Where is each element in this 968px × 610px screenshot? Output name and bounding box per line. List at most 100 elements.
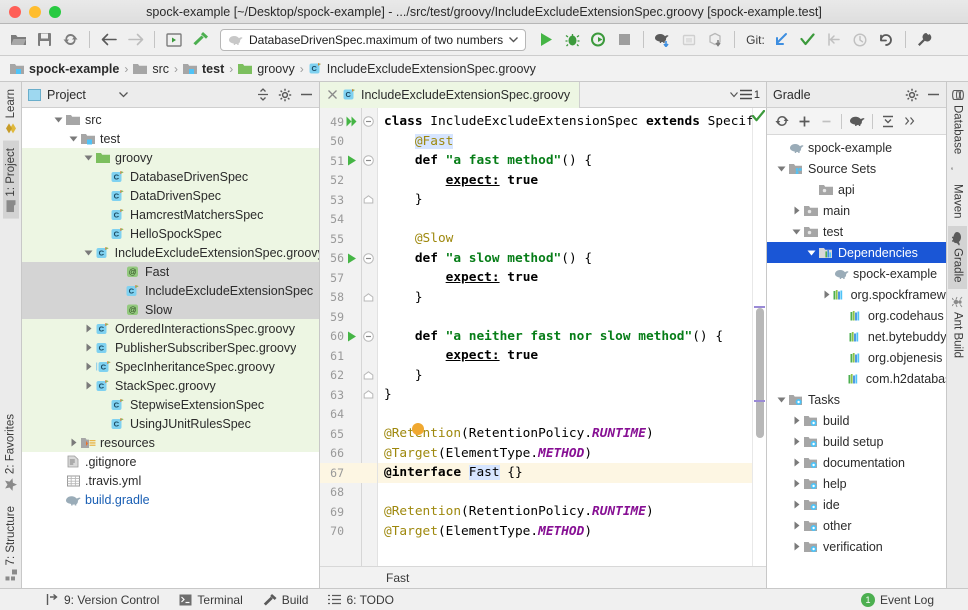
code-line[interactable]: @interface Fast {} bbox=[378, 463, 752, 483]
code-line[interactable]: @Retention(RetentionPolicy.RUNTIME) bbox=[384, 502, 752, 522]
history-icon[interactable] bbox=[848, 28, 872, 52]
code-line[interactable]: } bbox=[384, 385, 752, 405]
tree-row[interactable]: CHelloSpockSpec bbox=[22, 224, 319, 243]
fold-collapse-icon[interactable] bbox=[360, 155, 376, 166]
tree-toggle-collapsed-icon[interactable] bbox=[790, 542, 803, 551]
code-line[interactable]: expect: true bbox=[384, 171, 752, 191]
more-icon[interactable] bbox=[900, 111, 920, 131]
editor-gutter[interactable]: 4950515253545556575859606162636465666768… bbox=[320, 108, 378, 566]
tree-toggle-collapsed-icon[interactable] bbox=[790, 437, 803, 446]
sidebar-item-database[interactable]: Database bbox=[950, 82, 966, 161]
code-line[interactable]: def "a slow method"() { bbox=[384, 249, 752, 269]
tree-toggle-collapsed-icon[interactable] bbox=[790, 206, 803, 215]
tree-toggle-collapsed-icon[interactable] bbox=[82, 381, 95, 390]
add-icon[interactable] bbox=[794, 111, 814, 131]
code-line[interactable]: @Slow bbox=[384, 229, 752, 249]
code-line[interactable]: } bbox=[384, 288, 752, 308]
tree-toggle-expanded-icon[interactable] bbox=[52, 116, 65, 124]
breadcrumb-item-test[interactable]: test bbox=[179, 62, 228, 76]
sidebar-item-ant-build[interactable]: Ant Build bbox=[950, 289, 966, 365]
gradle-tree-row[interactable]: Tasks bbox=[767, 389, 946, 410]
code-line[interactable] bbox=[384, 483, 752, 503]
rollback-icon[interactable] bbox=[874, 28, 898, 52]
tree-toggle-collapsed-icon[interactable] bbox=[790, 416, 803, 425]
gradle-refresh-icon[interactable] bbox=[651, 28, 675, 52]
run-configuration-selector[interactable]: DatabaseDrivenSpec.maximum of two number… bbox=[220, 29, 526, 51]
debug-icon[interactable] bbox=[560, 28, 584, 52]
gradle-tree-row[interactable]: test bbox=[767, 221, 946, 242]
gutter-line[interactable]: 62 bbox=[320, 366, 377, 386]
gutter-line[interactable]: 68 bbox=[320, 483, 377, 503]
close-icon[interactable] bbox=[327, 89, 338, 100]
settings-wrench-icon[interactable] bbox=[913, 28, 937, 52]
gutter-line[interactable]: 69 bbox=[320, 502, 377, 522]
code-line[interactable]: expect: true bbox=[384, 346, 752, 366]
editor-code[interactable]: class IncludeExcludeExtensionSpec extend… bbox=[378, 108, 752, 566]
back-arrow-icon[interactable] bbox=[97, 28, 121, 52]
gutter-line[interactable]: 67 bbox=[320, 463, 377, 483]
code-line[interactable]: expect: true bbox=[384, 268, 752, 288]
gradle-tree-row[interactable]: Dependencies bbox=[767, 242, 946, 263]
gutter-line[interactable]: 49 bbox=[320, 112, 377, 132]
attach-icon[interactable] bbox=[677, 28, 701, 52]
code-line[interactable]: class IncludeExcludeExtensionSpec extend… bbox=[384, 112, 752, 132]
tree-row[interactable]: test bbox=[22, 129, 319, 148]
tree-row[interactable]: resources bbox=[22, 433, 319, 452]
tree-toggle-collapsed-icon[interactable] bbox=[82, 343, 95, 352]
tree-row[interactable]: CPublisherSubscriberSpec.groovy bbox=[22, 338, 319, 357]
tree-row[interactable]: .gitignore bbox=[22, 452, 319, 471]
tree-toggle-expanded-icon[interactable] bbox=[775, 396, 788, 404]
tree-row[interactable]: @Slow bbox=[22, 300, 319, 319]
gradle-elephant-icon[interactable] bbox=[847, 111, 867, 131]
tree-toggle-expanded-icon[interactable] bbox=[82, 154, 95, 162]
stop-icon[interactable] bbox=[612, 28, 636, 52]
gutter-line[interactable]: 70 bbox=[320, 522, 377, 542]
tree-row[interactable]: CUsingJUnitRulesSpec bbox=[22, 414, 319, 433]
tree-toggle-expanded-icon[interactable] bbox=[775, 165, 788, 173]
gutter-line[interactable]: 56 bbox=[320, 249, 377, 269]
code-line[interactable]: def "a fast method"() { bbox=[384, 151, 752, 171]
gutter-line[interactable]: 65 bbox=[320, 424, 377, 444]
breadcrumb-item-file[interactable]: C IncludeExcludeExtensionSpec.groovy bbox=[305, 62, 540, 76]
minimize-icon[interactable] bbox=[300, 88, 313, 101]
gradle-tree-row[interactable]: org.objenesis bbox=[767, 347, 946, 368]
gradle-tree-row[interactable]: ide bbox=[767, 494, 946, 515]
gutter-line[interactable]: 60 bbox=[320, 327, 377, 347]
gear-icon[interactable] bbox=[278, 88, 292, 102]
gutter-line[interactable]: 58 bbox=[320, 288, 377, 308]
list-icon[interactable] bbox=[740, 89, 752, 100]
breadcrumb-item-src[interactable]: src bbox=[129, 62, 173, 76]
sidebar-item-gradle[interactable]: Gradle bbox=[948, 226, 967, 290]
gradle-tree-row[interactable]: com.h2database bbox=[767, 368, 946, 389]
tree-toggle-collapsed-icon[interactable] bbox=[67, 438, 80, 447]
gradle-tree-row[interactable]: build bbox=[767, 410, 946, 431]
tree-toggle-collapsed-icon[interactable] bbox=[82, 324, 95, 333]
gutter-line[interactable]: 59 bbox=[320, 307, 377, 327]
code-line[interactable]: } bbox=[384, 190, 752, 210]
tree-toggle-expanded-icon[interactable] bbox=[82, 249, 95, 257]
editor-tab[interactable]: C IncludeExcludeExtensionSpec.groovy bbox=[320, 82, 580, 108]
build-hammer-icon[interactable] bbox=[188, 28, 212, 52]
gradle-tree-row[interactable]: spock-example bbox=[767, 137, 946, 158]
run-button[interactable] bbox=[534, 28, 558, 52]
tree-row[interactable]: CIncludeExcludeExtensionSpec bbox=[22, 281, 319, 300]
code-line[interactable] bbox=[384, 210, 752, 230]
fold-end-icon[interactable] bbox=[360, 371, 376, 380]
code-line[interactable]: @Target(ElementType.METHOD) bbox=[384, 522, 752, 542]
forward-arrow-icon[interactable] bbox=[123, 28, 147, 52]
code-line[interactable]: @Retention(RetentionPolicy.RUNTIME) bbox=[384, 424, 752, 444]
status-item-todo[interactable]: 6: TODO bbox=[328, 593, 394, 607]
gradle-tree-row[interactable]: main bbox=[767, 200, 946, 221]
fold-end-icon[interactable] bbox=[360, 293, 376, 302]
fold-end-icon[interactable] bbox=[360, 390, 376, 399]
code-line[interactable] bbox=[384, 307, 752, 327]
tree-row[interactable]: .travis.yml bbox=[22, 471, 319, 490]
sync-icon[interactable] bbox=[58, 28, 82, 52]
fold-collapse-icon[interactable] bbox=[360, 116, 376, 127]
gutter-line[interactable]: 57 bbox=[320, 268, 377, 288]
tree-toggle-expanded-icon[interactable] bbox=[67, 135, 80, 143]
collapse-all-icon[interactable] bbox=[256, 88, 270, 101]
gradle-tree-row[interactable]: org.codehaus bbox=[767, 305, 946, 326]
fold-collapse-icon[interactable] bbox=[360, 253, 376, 264]
sidebar-item-project[interactable]: 1: Project bbox=[3, 141, 19, 219]
